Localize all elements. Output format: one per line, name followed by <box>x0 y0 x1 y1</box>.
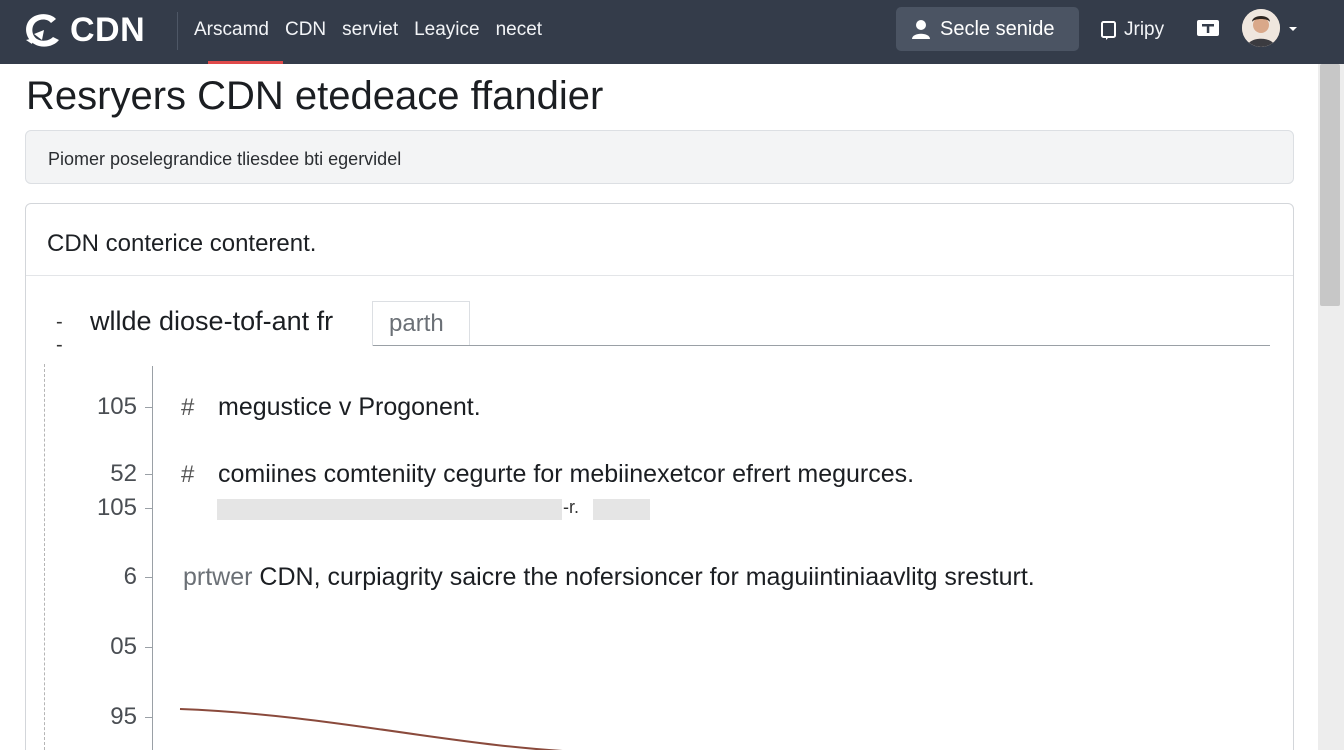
cdn-logo[interactable]: CDN <box>22 8 145 52</box>
placeholder-bar <box>593 499 650 520</box>
scrollbar[interactable] <box>1318 64 1344 750</box>
nav-item-serviet[interactable]: serviet <box>334 0 406 60</box>
bar-separator: -r. <box>563 497 579 517</box>
y-tick-label: 6 <box>123 563 137 590</box>
y-tick <box>145 647 153 648</box>
tab-active[interactable]: wllde diose-tof-ant fr <box>90 306 333 337</box>
code-line-2: comiines comteniity cegurte for mebiinex… <box>218 460 915 488</box>
y-tick <box>145 474 153 475</box>
y-tick-label: 05 <box>110 633 137 660</box>
user-icon <box>912 19 930 39</box>
document-icon <box>1100 20 1118 40</box>
main-nav: Arscamd CDN serviet Leayice necet <box>186 0 550 64</box>
scrollbar-thumb[interactable] <box>1320 64 1340 306</box>
code-line-3: prtwer CDN, curpiagrity saicre the nofer… <box>183 563 1035 592</box>
y-tick-label: 95 <box>110 703 137 730</box>
jripy-link[interactable]: Jripy <box>1100 16 1164 44</box>
y-tick <box>145 577 153 578</box>
nav-item-arscamd[interactable]: Arscamd <box>186 0 283 64</box>
chevron-down-icon[interactable] <box>1286 22 1300 36</box>
y-tick-label: 105 <box>96 494 137 521</box>
placeholder-bar <box>217 499 562 520</box>
nav-item-necet[interactable]: necet <box>488 0 550 60</box>
y-axis <box>152 366 153 750</box>
tab-divider <box>373 345 1270 346</box>
tab-parth[interactable]: parth <box>372 301 470 346</box>
nav-item-leayice[interactable]: Leayice <box>406 0 488 60</box>
select-service-button[interactable]: Secle senide <box>896 7 1079 51</box>
dashed-guide <box>44 364 45 750</box>
logo-text: CDN <box>70 10 146 49</box>
nav-item-cdn[interactable]: CDN <box>277 0 334 60</box>
y-tick <box>145 407 153 408</box>
comment-hash: # <box>181 461 195 488</box>
card-header: CDN conterice conterent. <box>26 204 1293 276</box>
tab-dash-icon: -- <box>56 311 64 356</box>
y-tick-label: 52 <box>110 460 137 487</box>
cdn-logo-icon <box>26 14 59 47</box>
top-navbar: CDN Arscamd CDN serviet Leayice necet Se… <box>0 0 1344 64</box>
nav-divider <box>177 12 178 50</box>
y-tick <box>145 717 153 718</box>
code-line-1: megustice v Progonent. <box>218 393 481 421</box>
y-tick <box>145 508 153 509</box>
notice-banner: Piomer poselegrandice tliesdee bti egerv… <box>25 130 1294 184</box>
code-line-3-text: CDN, curpiagrity saicre the nofersioncer… <box>259 563 1035 591</box>
code-line-3-prefix: prtwer <box>183 563 253 591</box>
select-service-label: Secle senide <box>940 17 1055 40</box>
avatar[interactable] <box>1242 9 1280 47</box>
y-tick-label: 105 <box>96 393 137 420</box>
jripy-label: Jripy <box>1124 19 1165 40</box>
page-title: Resryers CDN etedeace ffandier <box>26 74 604 118</box>
tv-icon[interactable] <box>1196 18 1220 40</box>
comment-hash: # <box>181 394 195 421</box>
